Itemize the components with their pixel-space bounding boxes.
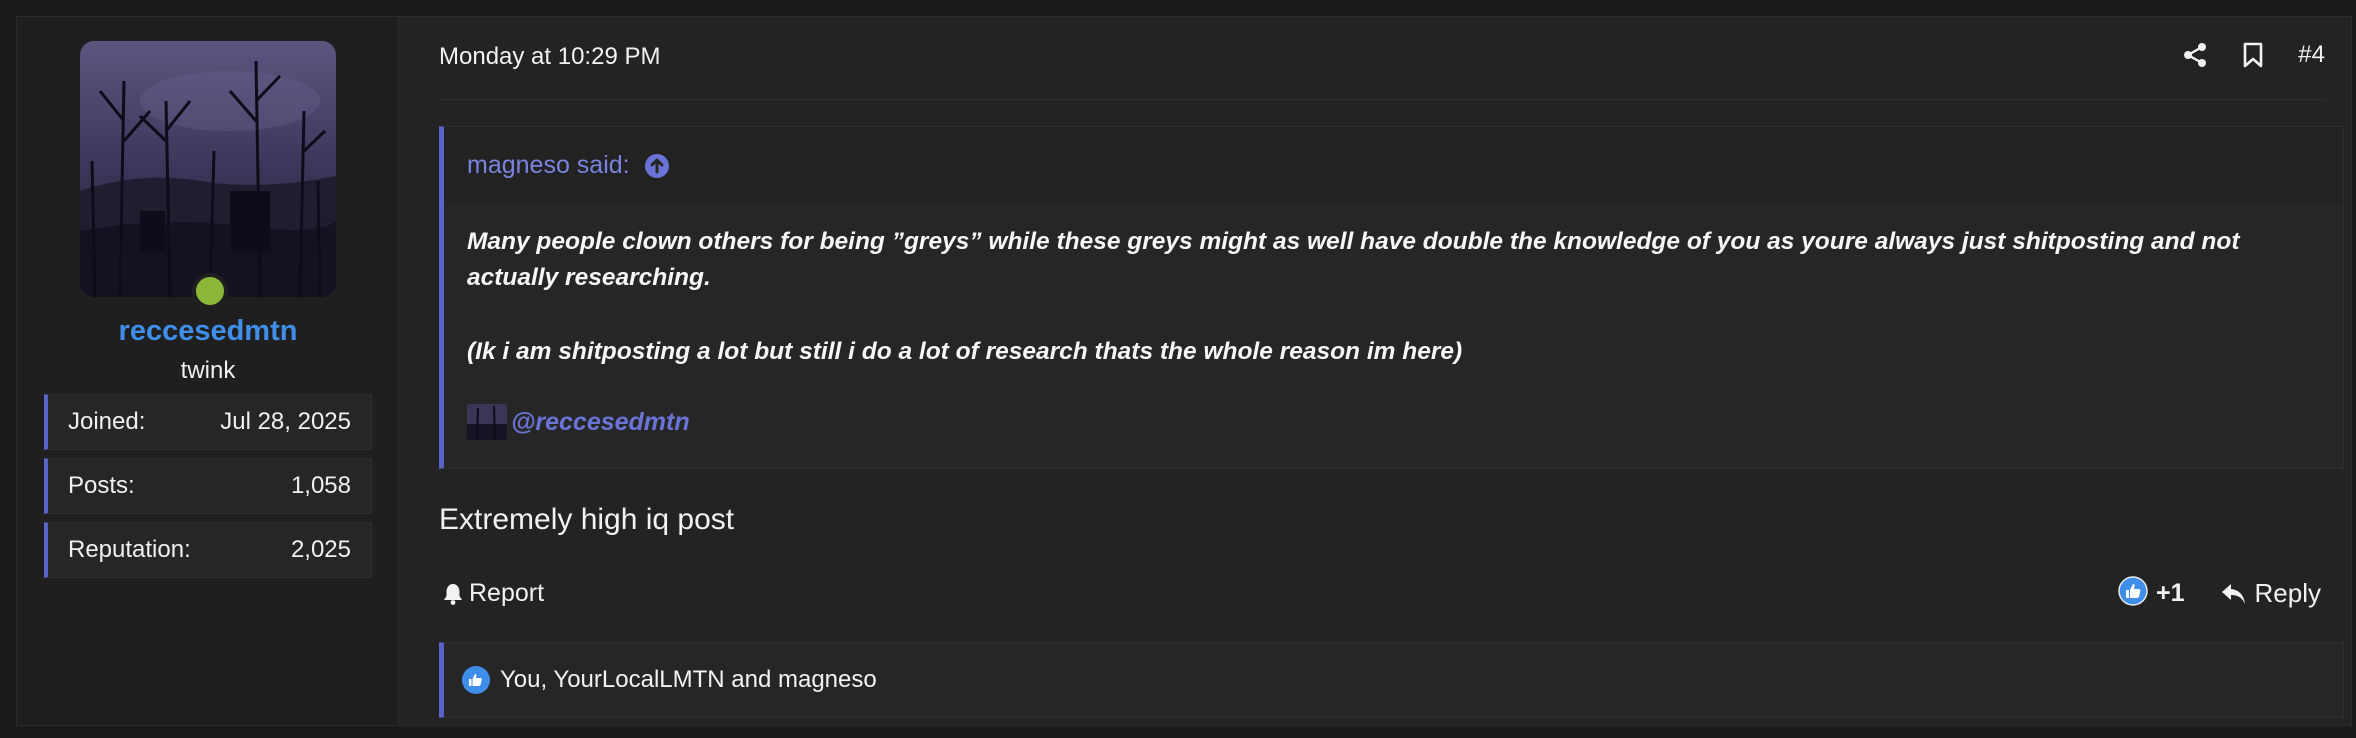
post-main: Monday at 10:29 PM #4 magneso said: Many…: [399, 17, 2351, 725]
forum-post: reccesedmtn twink Joined: Jul 28, 2025 P…: [16, 16, 2352, 726]
online-status-indicator: [192, 273, 228, 309]
user-mention[interactable]: @reccesedmtn: [467, 404, 2317, 440]
user-title: twink: [180, 357, 236, 384]
bell-icon: [444, 583, 462, 605]
quote-block: magneso said: Many people clown others f…: [439, 126, 2344, 469]
quote-author[interactable]: magneso said:: [467, 151, 630, 180]
report-button[interactable]: Report: [443, 579, 544, 608]
username[interactable]: reccesedmtn: [17, 315, 399, 348]
mention-avatar: [467, 404, 507, 440]
reaction-count[interactable]: +1: [2156, 579, 2185, 608]
quote-body: Many people clown others for being ”grey…: [444, 204, 2343, 440]
stat-label: Posts:: [68, 472, 135, 499]
avatar[interactable]: [80, 41, 336, 297]
stat-label: Reputation:: [68, 536, 191, 563]
user-info-panel: reccesedmtn twink Joined: Jul 28, 2025 P…: [17, 17, 399, 725]
post-message: Extremely high iq post: [439, 503, 735, 536]
post-header-actions: #4: [2182, 41, 2325, 69]
stat-posts: Posts: 1,058: [44, 458, 372, 514]
share-icon[interactable]: [2182, 41, 2208, 69]
stat-value: 1,058: [290, 472, 351, 499]
stat-value: 2,025: [290, 536, 351, 563]
header-divider: [439, 99, 2325, 100]
stat-joined: Joined: Jul 28, 2025: [44, 394, 372, 450]
mention-handle[interactable]: @reccesedmtn: [511, 404, 690, 440]
reply-button[interactable]: Reply: [2221, 578, 2321, 609]
stat-value: Jul 28, 2025: [220, 408, 351, 435]
report-label: Report: [469, 579, 545, 607]
post-number[interactable]: #4: [2298, 41, 2325, 69]
like-icon: [462, 666, 490, 694]
stat-reputation: Reputation: 2,025: [44, 522, 372, 578]
jump-to-quote-icon[interactable]: [644, 153, 670, 179]
like-reaction-icon[interactable]: [2118, 576, 2148, 611]
reply-label: Reply: [2254, 578, 2321, 608]
reply-icon: [2221, 583, 2245, 604]
bookmark-icon[interactable]: [2240, 41, 2266, 69]
quote-paragraph: (Ik i am shitposting a lot but still i d…: [467, 338, 1463, 365]
reactions-summary[interactable]: You, YourLocalLMTN and magneso: [439, 642, 2344, 718]
post-actions-right: +1 Reply: [2118, 576, 2321, 611]
stat-label: Joined:: [68, 408, 146, 435]
reactions-summary-text: You, YourLocalLMTN and magneso: [500, 666, 877, 693]
quote-header: magneso said:: [444, 127, 2343, 204]
quote-paragraph: Many people clown others for being ”grey…: [467, 228, 2240, 291]
post-date[interactable]: Monday at 10:29 PM: [439, 43, 660, 71]
